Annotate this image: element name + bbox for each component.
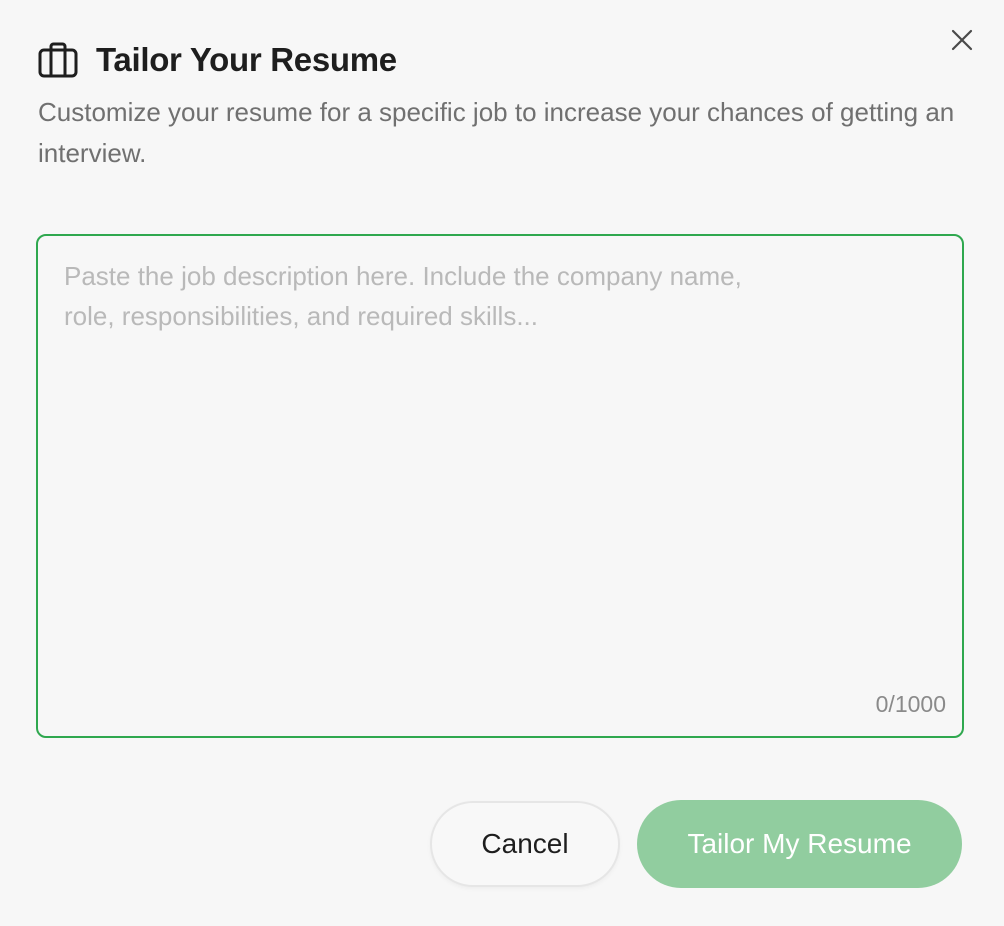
close-icon	[951, 29, 973, 51]
dialog-title: Tailor Your Resume	[96, 41, 397, 78]
job-description-field-wrapper: 0/1000	[36, 234, 964, 738]
dialog-subtitle: Customize your resume for a specific job…	[38, 97, 955, 168]
dialog-header: Tailor Your Resume	[38, 40, 397, 80]
briefcase-icon	[38, 42, 78, 78]
close-button[interactable]	[946, 24, 978, 56]
tailor-resume-dialog: Tailor Your Resume Customize your resume…	[0, 0, 1004, 926]
character-counter: 0/1000	[875, 691, 946, 717]
job-description-textarea[interactable]	[38, 236, 962, 736]
cancel-button[interactable]: Cancel	[430, 801, 620, 887]
tailor-my-resume-button[interactable]: Tailor My Resume	[637, 800, 962, 888]
